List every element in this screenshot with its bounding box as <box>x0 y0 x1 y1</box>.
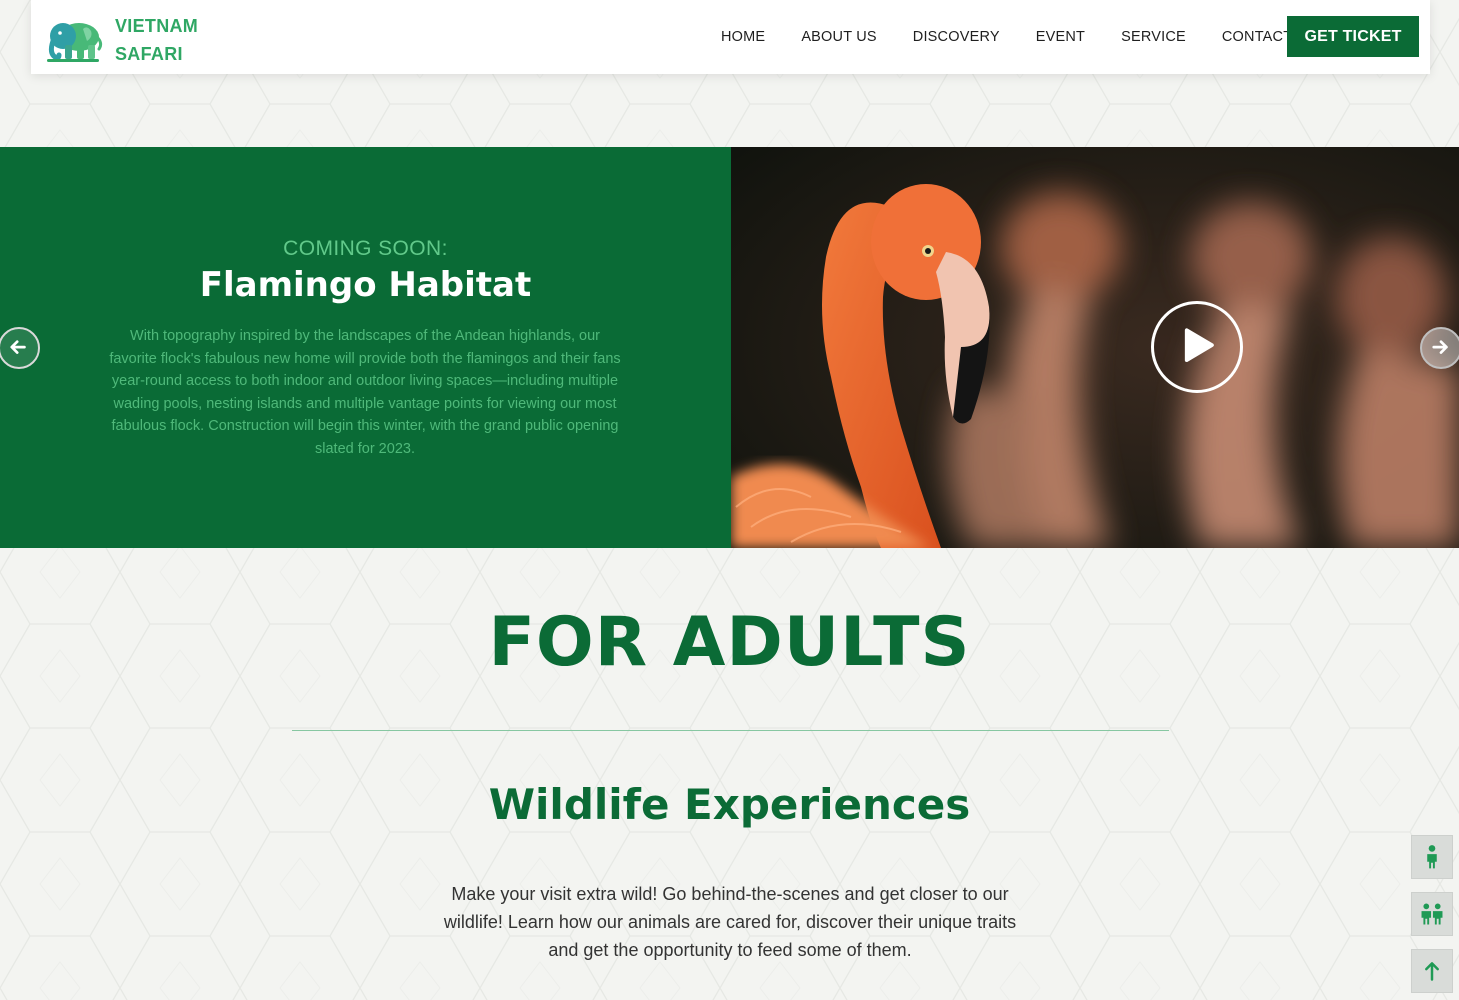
children-filter-button[interactable] <box>1411 892 1453 936</box>
section-subtitle: Wildlife Experiences <box>488 780 971 829</box>
main-nav: HOME ABOUT US DISCOVERY EVENT SERVICE CO… <box>721 0 1328 74</box>
brand-line-2: SAFARI <box>115 44 183 64</box>
hero-slider: COMING SOON: Flamingo Habitat With topog… <box>0 147 1459 548</box>
get-ticket-button[interactable]: GET TICKET <box>1287 16 1419 57</box>
children-icon <box>1421 903 1443 925</box>
brand-name: VIETNAM SAFARI <box>115 12 198 68</box>
play-video-button[interactable] <box>1151 301 1243 393</box>
nav-service[interactable]: SERVICE <box>1121 29 1186 45</box>
slider-prev-button[interactable] <box>0 327 40 369</box>
arrow-left-icon <box>10 340 26 354</box>
nav-event[interactable]: EVENT <box>1036 29 1085 45</box>
site-header: VIETNAM SAFARI HOME ABOUT US DISCOVERY E… <box>31 0 1430 74</box>
elephant-icon <box>47 23 103 62</box>
section-title: FOR ADULTS <box>488 603 971 682</box>
arrow-up-icon <box>1425 962 1439 981</box>
brand-line-1: VIETNAM <box>115 16 199 36</box>
arrow-right-icon <box>1432 340 1448 354</box>
flamingo-photo <box>731 147 1459 548</box>
brand-logo[interactable]: VIETNAM SAFARI <box>43 12 198 68</box>
hero-description: With topography inspired by the landscap… <box>109 328 621 457</box>
nav-about-us[interactable]: ABOUT US <box>801 29 876 45</box>
play-icon <box>1184 328 1214 362</box>
adults-filter-button[interactable] <box>1411 835 1453 879</box>
adult-person-icon <box>1427 845 1437 869</box>
hero-kicker: COMING SOON: <box>283 237 448 260</box>
section-description: Make your visit extra wild! Go behind-th… <box>443 884 1017 960</box>
nav-contact[interactable]: CONTACT <box>1222 29 1292 45</box>
hero-media <box>731 147 1459 548</box>
nav-home[interactable]: HOME <box>721 29 765 45</box>
scroll-to-top-button[interactable] <box>1411 949 1453 993</box>
nav-discovery[interactable]: DISCOVERY <box>913 29 1000 45</box>
slider-next-button[interactable] <box>1420 327 1459 369</box>
hero-text-panel: COMING SOON: Flamingo Habitat With topog… <box>0 147 731 548</box>
hero-title: Flamingo Habitat <box>199 265 532 305</box>
section-divider <box>292 730 1169 731</box>
